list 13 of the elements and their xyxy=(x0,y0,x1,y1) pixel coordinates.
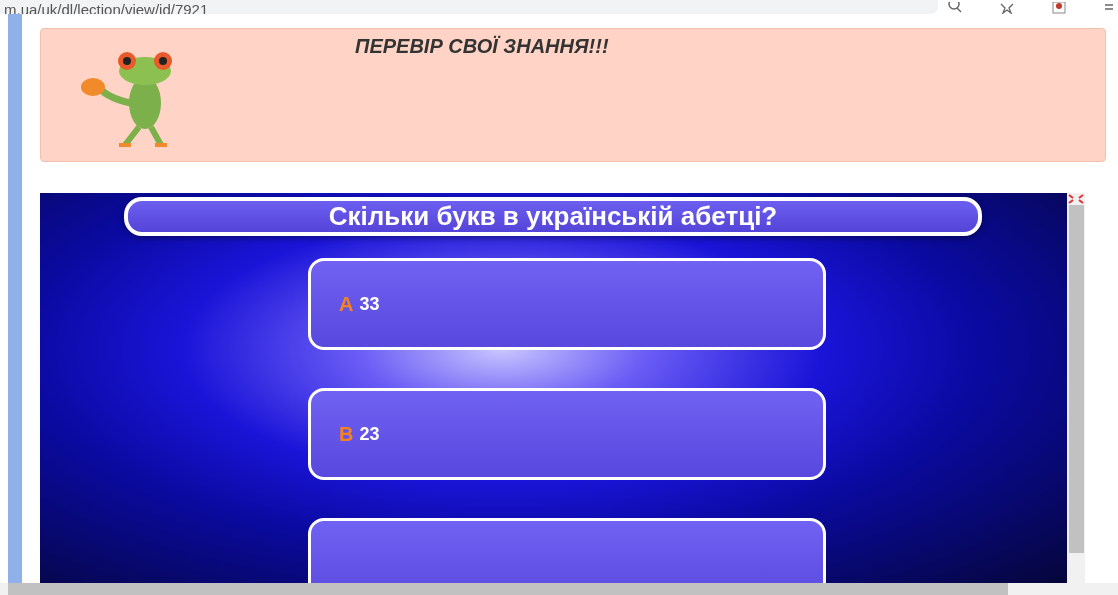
banner-title: ПЕРЕВІР СВОЇ ЗНАННЯ!!! xyxy=(355,35,609,58)
answer-option[interactable]: A 33 xyxy=(308,258,826,350)
fullscreen-icon[interactable] xyxy=(1067,193,1085,205)
question-text: Скільки букв в українській абетці? xyxy=(328,201,778,232)
answer-letter: A xyxy=(339,292,354,316)
answer-option[interactable] xyxy=(308,518,826,583)
scrollbar-thumb[interactable] xyxy=(1068,205,1084,553)
answer-text: 23 xyxy=(359,423,380,445)
answer-letter: B xyxy=(339,422,354,446)
answer-option[interactable]: B 23 xyxy=(308,388,826,480)
extension-icon[interactable] xyxy=(1052,2,1066,14)
answer-text: 33 xyxy=(359,293,380,315)
scrollbar-thumb[interactable] xyxy=(8,583,1008,595)
